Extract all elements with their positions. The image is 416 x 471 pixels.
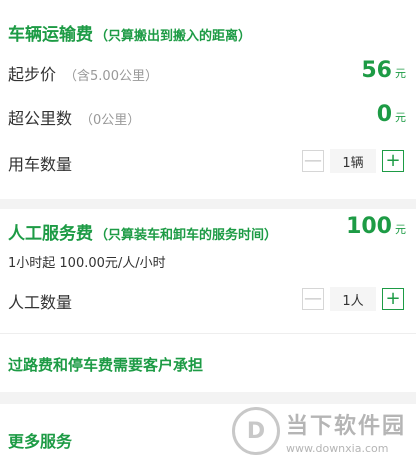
labor-section: 人工服务费 （只算装车和卸车的服务时间） 100 元 1小时起 100.00元/人/… [0, 209, 416, 333]
start-price-amount: 56 [361, 58, 392, 83]
extra-km-sub: （0公里） [80, 113, 141, 128]
notice-section: 过路费和停车费需要客户承担 [0, 334, 416, 392]
more-services-title[interactable]: 更多服务 [8, 428, 72, 452]
watermark-brand: 当下软件园 [286, 413, 407, 439]
transport-title-text: 车辆运输费 [8, 25, 93, 45]
extra-km-unit: 元 [395, 111, 406, 124]
start-price-label: 起步价 （含5.00公里） [8, 61, 158, 85]
section-separator [0, 199, 416, 209]
labor-price-unit: 元 [395, 223, 406, 236]
start-price-value: 56 元 [361, 58, 406, 83]
labor-qty-value: 1人 [330, 287, 376, 311]
start-price-unit: 元 [395, 67, 406, 80]
labor-rate-desc: 1小时起 100.00元/人/小时 [8, 256, 166, 271]
labor-qty-plus-button[interactable]: + [382, 288, 404, 310]
toll-parking-notice: 过路费和停车费需要客户承担 [8, 356, 204, 374]
extra-km-value: 0元 [377, 102, 406, 127]
labor-qty-minus-button[interactable]: — [302, 288, 324, 310]
labor-qty-stepper: — 1人 + [302, 286, 404, 312]
vehicle-qty-stepper: — 1辆 + [302, 148, 404, 174]
extra-km-label: 超公里数 （0公里） [8, 105, 140, 129]
vehicle-qty-label: 用车数量 [8, 155, 73, 174]
start-price-sub: （含5.00公里） [64, 69, 158, 84]
start-price-label-text: 起步价 [8, 65, 57, 84]
labor-price-amount: 100 [346, 214, 392, 239]
vehicle-qty-value: 1辆 [330, 149, 376, 173]
transport-title-note: （只算搬出到搬入的距离） [95, 29, 252, 44]
fee-detail-page: 车辆运输费 （只算搬出到搬入的距离） 起步价 （含5.00公里） 56 元 超公里数（… [0, 0, 416, 471]
watermark-url: www.downxia.com [286, 441, 389, 455]
labor-title-note: （只算装车和卸车的服务时间） [95, 228, 278, 243]
labor-title-text: 人工服务费 [8, 224, 93, 244]
labor-price-value: 100 元 [346, 214, 406, 239]
vehicle-qty-plus-button[interactable]: + [382, 150, 404, 172]
watermark-text: 当下软件园 www.downxia.com [286, 408, 406, 455]
labor-title: 人工服务费 （只算装车和卸车的服务时间） [8, 219, 277, 244]
extra-km-label-text: 超公里数 [8, 109, 73, 128]
labor-qty-label: 人工数量 [8, 293, 73, 312]
extra-km-amount: 0 [376, 102, 392, 127]
vehicle-qty-minus-button[interactable]: — [302, 150, 324, 172]
watermark-logo-icon: D [232, 407, 280, 455]
watermark: D 当下软件园 www.downxia.com [232, 400, 416, 462]
transport-title: 车辆运输费 （只算搬出到搬入的距离） [8, 20, 251, 45]
transport-section: 车辆运输费 （只算搬出到搬入的距离） 起步价 （含5.00公里） 56 元 超公里数（… [0, 0, 416, 199]
